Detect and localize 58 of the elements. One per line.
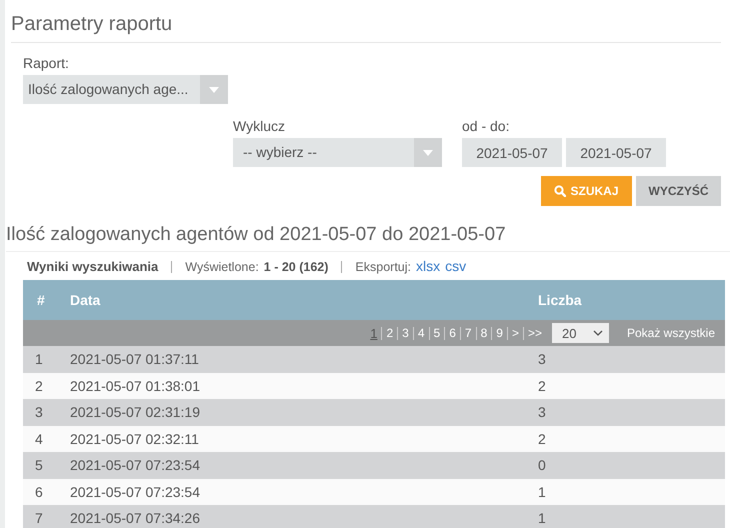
- page-size-select[interactable]: 20: [552, 323, 609, 343]
- field-label: Raport:: [23, 55, 70, 72]
- table-cell-text: 3: [538, 351, 547, 368]
- table-cell-text: 2021-05-07 02:31:19: [70, 404, 201, 420]
- table-cell-text: 1: [34, 351, 44, 368]
- table-cell-text: 1: [538, 510, 547, 526]
- page-link[interactable]: 7: [464, 326, 472, 340]
- table-cell-text: 4: [34, 430, 44, 447]
- table-cell-text: 5: [34, 457, 44, 474]
- page-link[interactable]: 2: [386, 326, 394, 340]
- page-link[interactable]: 6: [449, 326, 456, 340]
- export-link[interactable]: xlsx: [416, 258, 440, 274]
- page-link[interactable]: 3: [402, 326, 409, 340]
- table-cell-text: 0: [538, 457, 547, 474]
- field-label: od - do:: [462, 118, 510, 135]
- page-link[interactable]: 5: [434, 326, 440, 340]
- table-cell-text: 2021-05-07 01:38:01: [70, 378, 201, 394]
- table-cell-text: 2021-05-07 02:32:11: [70, 430, 200, 447]
- field-label: Wyklucz: [233, 118, 286, 135]
- page-link[interactable]: 9: [496, 326, 503, 340]
- column-header: Data: [70, 292, 102, 308]
- table-cell-text: 3: [34, 404, 44, 420]
- table-cell-text: 2021-05-07 07:23:54: [70, 484, 201, 500]
- chevron-down-icon: [592, 330, 603, 336]
- table-cell-text: 6: [34, 484, 44, 500]
- page-link[interactable]: >>: [528, 326, 542, 340]
- date-to-field[interactable]: 2021-05-07: [566, 138, 666, 167]
- export-label: Eksportuj:: [355, 260, 412, 274]
- search-icon: [554, 185, 566, 197]
- search-button[interactable]: SZUKAJ: [541, 176, 632, 206]
- shown-label: Wyświetlone:: [185, 260, 259, 274]
- exclude-select[interactable]: -- wybierz --: [233, 138, 442, 167]
- table-cell-text: 2021-05-07 01:37:11: [70, 351, 200, 368]
- show-all-link[interactable]: Pokaż wszystkie: [626, 326, 715, 340]
- clear-button[interactable]: WYCZYŚĆ: [636, 176, 721, 206]
- section-title: Parametry raportu: [11, 0, 721, 43]
- page-link[interactable]: >: [512, 326, 519, 340]
- table-cell-text: 2: [538, 430, 547, 447]
- column-header: Liczba: [538, 292, 583, 308]
- table-cell-text: 7: [34, 510, 44, 526]
- page-link[interactable]: 1: [370, 326, 378, 340]
- table-cell-text: 1: [538, 484, 547, 500]
- table-cell-text: 2: [34, 378, 44, 394]
- report-select[interactable]: Ilość zalogowanych age...: [23, 75, 228, 104]
- caret-icon: [423, 150, 433, 156]
- page-link[interactable]: 8: [480, 326, 488, 340]
- table-cell-text: 2: [538, 378, 547, 394]
- caret-icon: [209, 86, 219, 92]
- results-heading: Wyniki wyszukiwania: [27, 259, 158, 274]
- export-link[interactable]: csv: [445, 258, 466, 274]
- table-cell-text: 2021-05-07 07:34:26: [70, 510, 201, 526]
- page-link[interactable]: 4: [418, 326, 424, 340]
- results-title: Ilość zalogowanych agentów od 2021-05-07 do 2021-05-07: [6, 206, 730, 252]
- table-cell-text: 2021-05-07 07:23:54: [70, 457, 201, 474]
- shown-count: 1 - 20 (162): [264, 260, 328, 274]
- date-from-field[interactable]: 2021-05-07: [462, 138, 562, 167]
- table-cell-text: 3: [538, 404, 547, 420]
- column-header: #: [36, 292, 46, 308]
